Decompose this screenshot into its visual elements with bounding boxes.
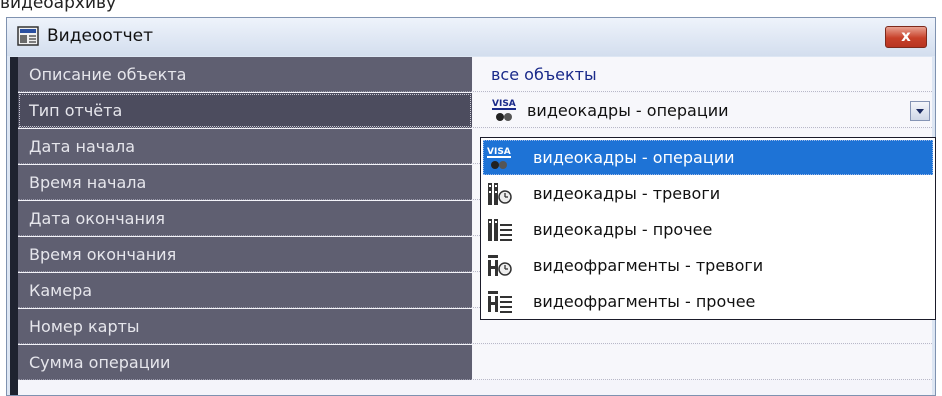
property-label: Камера [18,273,472,308]
report-type-dropdown-list: VISA видеокадры - операции видеокадры - … [480,137,936,320]
close-button[interactable]: x [885,26,927,48]
svg-text:VISA: VISA [492,99,516,109]
dropdown-item-label: видеокадры - тревоги [533,184,721,203]
dropdown-item-label: видеокадры - прочее [533,220,713,239]
dropdown-item-frames-other[interactable]: видеокадры - прочее [483,212,933,247]
close-icon: x [901,27,911,45]
property-label: Сумма операции [18,345,472,380]
frames-list-icon [488,219,512,241]
property-value[interactable]: все объекты [473,57,932,92]
property-label: Тип отчёта [18,93,472,128]
property-row-amount[interactable]: Сумма операции [18,345,932,381]
dropdown-item-fragments-other[interactable]: видеофрагменты - прочее [483,284,933,319]
visa-camera-icon: VISA [492,99,516,121]
title-bar[interactable]: Видеоотчет x [7,18,935,56]
svg-text:VISA: VISA [487,147,511,157]
window-title: Видеоотчет [47,26,154,46]
property-row-report-type[interactable]: Тип отчёта VISA видеокадры - операции [18,93,932,129]
dropdown-item-frames-alarms[interactable]: видеокадры - тревоги [483,176,933,211]
window-app-icon [17,26,39,46]
property-label: Время начала [18,165,472,200]
dropdown-item-label: видеокадры - операции [533,148,735,167]
frames-alarm-icon [488,183,512,205]
dropdown-item-frames-operations[interactable]: VISA видеокадры - операции [483,140,933,175]
property-value[interactable] [473,345,932,380]
grid-gutter [10,57,18,395]
chevron-down-icon[interactable] [910,101,930,121]
report-type-value: видеокадры - операции [527,101,729,120]
property-label: Номер карты [18,309,472,344]
property-label: Дата начала [18,129,472,164]
dropdown-item-label: видеофрагменты - тревоги [533,256,764,275]
visa-camera-icon: VISA [487,147,511,169]
property-label: Описание объекта [18,57,472,92]
fragments-list-icon [488,291,512,313]
property-label: Дата окончания [18,201,472,236]
fragments-alarm-icon [488,255,512,276]
property-row-description[interactable]: Описание объекта все объекты [18,57,932,93]
dropdown-item-fragments-alarms[interactable]: видеофрагменты - тревоги [483,248,933,283]
property-label: Время окончания [18,237,472,272]
report-type-combo[interactable]: VISA видеокадры - операции [473,93,932,128]
dropdown-item-label: видеофрагменты - прочее [533,292,756,311]
caption-text: видеоархиву [0,0,117,13]
